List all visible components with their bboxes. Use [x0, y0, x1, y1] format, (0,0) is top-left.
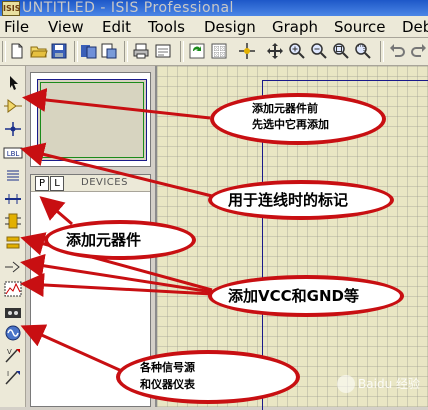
wire-label-icon[interactable]: LBL: [3, 144, 23, 162]
mode-toolbar: LBL V I: [0, 66, 26, 407]
svg-text:LBL: LBL: [7, 150, 20, 158]
zoom-out-icon[interactable]: [310, 42, 328, 60]
save-icon[interactable]: [50, 42, 68, 60]
devices-title: DEVICES: [81, 177, 128, 188]
open-folder-icon[interactable]: [30, 42, 48, 60]
zoom-in-icon[interactable]: [288, 42, 306, 60]
origin-icon[interactable]: [238, 42, 256, 60]
new-file-icon[interactable]: [8, 42, 26, 60]
app-logo: ISIS: [2, 1, 20, 16]
annotation-label-text: 用于连线时的标记: [228, 191, 349, 209]
text-script-icon[interactable]: [3, 167, 23, 185]
menu-source[interactable]: Source: [334, 16, 386, 38]
menu-debug[interactable]: Deb: [402, 16, 428, 38]
annotation-power-text: 添加VCC和GND等: [228, 287, 359, 305]
pan-icon[interactable]: [266, 42, 284, 60]
export-icon[interactable]: [100, 42, 118, 60]
toolbar: [0, 38, 428, 66]
annotation-component-line1: 添加元器件前: [252, 102, 318, 115]
overview-viewport: [40, 82, 144, 158]
graph-icon[interactable]: [3, 280, 23, 298]
zoom-all-icon[interactable]: [332, 42, 350, 60]
redo-icon[interactable]: [410, 42, 428, 60]
overview-sheet: [37, 79, 147, 161]
undo-icon[interactable]: [388, 42, 406, 60]
print-icon[interactable]: [132, 42, 150, 60]
window-title: UNTITLED - ISIS Professional: [22, 0, 234, 16]
grid-icon[interactable]: [210, 42, 228, 60]
pick-devices-button[interactable]: P: [35, 176, 49, 191]
current-probe-icon[interactable]: I: [3, 368, 23, 386]
generator-icon[interactable]: [3, 324, 23, 342]
annotation-bubble-sources: [116, 350, 300, 404]
subcircuit-icon[interactable]: [3, 212, 23, 230]
svg-text:V: V: [7, 348, 12, 356]
title-bar: ISIS UNTITLED - ISIS Professional: [0, 0, 428, 16]
menu-edit[interactable]: Edit: [102, 16, 131, 38]
menu-design[interactable]: Design: [204, 16, 256, 38]
component-mode-icon[interactable]: [3, 97, 23, 115]
annotation-sources-line2: 和仪器仪表: [140, 378, 195, 391]
device-pin-icon[interactable]: [3, 258, 23, 276]
annotation-sources-line1: 各种信号源: [140, 361, 195, 374]
bus-icon[interactable]: [3, 190, 23, 208]
import-icon[interactable]: [80, 42, 98, 60]
paw-icon: [337, 375, 356, 393]
svg-text:I: I: [7, 370, 9, 378]
menu-graph[interactable]: Graph: [272, 16, 318, 38]
menu-file[interactable]: File: [4, 16, 29, 38]
print-setup-icon[interactable]: [154, 42, 172, 60]
watermark-text: Baidu 经验: [358, 376, 420, 391]
junction-dot-icon[interactable]: [3, 120, 23, 138]
annotation-component-line2: 先选中它再添加: [252, 118, 329, 131]
menu-tools[interactable]: Tools: [148, 16, 185, 38]
overview-window[interactable]: [30, 72, 151, 167]
refresh-icon[interactable]: [188, 42, 206, 60]
menu-bar: File View Edit Tools Design Graph Source…: [0, 16, 428, 38]
menu-view[interactable]: View: [48, 16, 84, 38]
library-manager-button[interactable]: L: [50, 176, 64, 191]
terminal-icon[interactable]: [3, 234, 23, 252]
watermark: Baidu 经验: [337, 375, 420, 393]
zoom-area-icon[interactable]: [354, 42, 372, 60]
annotation-add-component-text: 添加元器件: [66, 231, 142, 249]
tape-recorder-icon[interactable]: [3, 304, 23, 322]
select-mode-icon[interactable]: [3, 74, 23, 92]
voltage-probe-icon[interactable]: V: [3, 346, 23, 364]
devices-header: P L DEVICES: [31, 175, 150, 192]
